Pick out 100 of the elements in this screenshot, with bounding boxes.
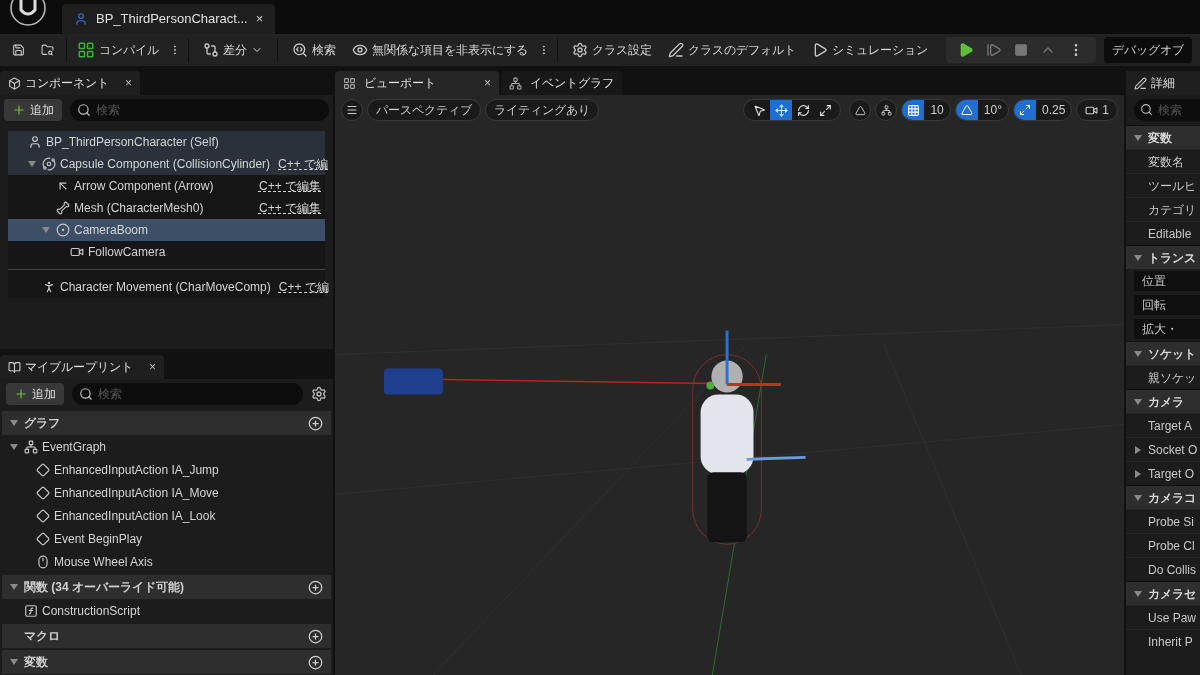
grid-snap-button[interactable]: 10 (901, 99, 951, 121)
item-label: FollowCamera (88, 244, 166, 261)
section-header[interactable]: ソケット (1126, 341, 1200, 365)
add-button[interactable]: 追加 (6, 383, 64, 405)
lighting-button[interactable]: ライティングあり (485, 99, 599, 121)
add-icon[interactable] (308, 654, 323, 670)
property-dropdown[interactable]: 拡大・ (1134, 319, 1200, 339)
add-icon[interactable] (308, 628, 323, 644)
tab-title: BP_ThirdPersonCharact... (96, 10, 248, 29)
find-button[interactable]: 検索 (285, 37, 342, 63)
section-header[interactable]: グラフ (2, 411, 331, 435)
expand-arrow-icon[interactable] (1134, 445, 1142, 454)
pencil-icon (1134, 76, 1147, 90)
edit-link[interactable]: C++ で編集 (259, 177, 321, 195)
close-button[interactable]: × (255, 9, 264, 29)
item-label: Arrow Component (Arrow) (74, 178, 214, 195)
diff-button[interactable]: 差分 (197, 37, 269, 63)
class-settings-button[interactable]: クラス設定 (566, 37, 658, 63)
move-tool[interactable] (770, 100, 793, 120)
play-icon[interactable] (958, 42, 974, 58)
event-icon (36, 485, 50, 500)
browse-icon[interactable] (41, 41, 54, 59)
search-field[interactable]: 検索 (1134, 99, 1200, 121)
graph-icon (509, 76, 522, 90)
class-defaults-button[interactable]: クラスのデフォルト (662, 37, 802, 63)
section-header[interactable]: カメラコ (1126, 485, 1200, 509)
tree-item[interactable]: BP_ThirdPersonCharacter (Self) (8, 131, 325, 153)
hide-unrelated-button[interactable]: 無関係な項目を非表示にする (345, 37, 534, 63)
close-button[interactable]: × (125, 74, 132, 92)
add-button[interactable]: 追加 (4, 99, 62, 121)
view-tab[interactable]: ビューポート × (335, 71, 499, 95)
section-header[interactable]: マクロ (2, 624, 331, 648)
collapse-arrow-icon[interactable] (10, 442, 18, 451)
expand-arrow-icon[interactable] (1134, 469, 1142, 478)
tree-item[interactable]: Arrow Component (Arrow) C++ で編集 (8, 175, 325, 197)
search-field[interactable]: 検索 (70, 99, 329, 121)
view-mode-button[interactable]: パースペクティブ (367, 99, 481, 121)
settings-icon[interactable] (311, 386, 327, 402)
property-label: Editable (1148, 225, 1192, 243)
scale-snap-button[interactable]: 0.25 (1012, 99, 1073, 121)
collapse-arrow-icon[interactable] (28, 160, 36, 168)
save-icon[interactable] (12, 41, 25, 59)
event-icon (36, 508, 50, 523)
tree-item[interactable]: EventGraph (2, 435, 331, 458)
compile-button[interactable]: コンパイル (70, 37, 165, 63)
search-field[interactable]: 検索 (72, 383, 303, 405)
collapse-arrow-icon[interactable] (42, 226, 50, 234)
book-icon (8, 360, 21, 374)
menu-icon (346, 104, 358, 116)
section-header[interactable]: トランス (1126, 245, 1200, 269)
collapse-arrow-icon[interactable] (10, 583, 18, 591)
tree-item[interactable]: Event BeginPlay (2, 527, 331, 550)
tree-item[interactable]: FollowCamera (8, 241, 325, 263)
add-icon[interactable] (308, 579, 323, 595)
collapse-arrow-icon[interactable] (10, 658, 18, 666)
close-button[interactable]: × (484, 74, 491, 92)
section-header[interactable]: カメラ (1126, 389, 1200, 413)
camera-speed-button[interactable]: 1 (1076, 99, 1118, 121)
panel-tab[interactable]: マイブループリント × (0, 355, 164, 379)
section-header[interactable]: カメラセ (1126, 581, 1200, 605)
item-label: Capsule Component (CollisionCylinder) (60, 156, 271, 173)
section-header[interactable]: 関数 (34 オーバーライド可能) (2, 575, 331, 599)
close-button[interactable]: × (149, 358, 156, 376)
edit-link[interactable]: C++ で編 (278, 278, 329, 296)
collapse-arrow-icon[interactable] (1134, 397, 1142, 406)
tree-item[interactable]: CameraBoom (8, 219, 325, 241)
property-label: 変数名 (1148, 153, 1184, 171)
tree-item[interactable]: ConstructionScript (2, 599, 331, 622)
step-icon[interactable] (986, 42, 1002, 58)
simulation-button[interactable]: シミュレーション (806, 37, 934, 63)
tree-item[interactable]: EnhancedInputAction IA_Jump (2, 458, 331, 481)
collapse-arrow-icon[interactable] (1134, 493, 1142, 502)
item-label: EnhancedInputAction IA_Move (54, 484, 219, 502)
section-header[interactable]: 変数 (2, 650, 331, 674)
scale-icon (818, 103, 832, 117)
search-icon (291, 42, 308, 58)
rotation-snap-button[interactable]: 10° (954, 99, 1009, 121)
tree-item[interactable]: EnhancedInputAction IA_Look (2, 504, 331, 527)
person-icon (74, 12, 88, 26)
collapse-arrow-icon[interactable] (10, 419, 18, 427)
tree-item[interactable]: Mesh (CharacterMesh0) C++ で編集 (8, 197, 325, 219)
tree-item[interactable]: EnhancedInputAction IA_Move (2, 481, 331, 504)
stop-icon[interactable] (1014, 43, 1028, 57)
document-tab[interactable]: BP_ThirdPersonCharact... × (62, 4, 276, 34)
collapse-arrow-icon[interactable] (1134, 133, 1142, 142)
collapse-arrow-icon[interactable] (1134, 253, 1142, 262)
edit-link[interactable]: C++ で編集 (259, 199, 321, 217)
property-dropdown[interactable]: 回転 (1134, 295, 1200, 315)
collapse-arrow-icon[interactable] (1134, 349, 1142, 358)
section-header[interactable]: 変数 (1126, 125, 1200, 149)
view-tab[interactable]: イベントグラフ (501, 71, 622, 95)
panel-tab[interactable]: コンポーネント × (0, 71, 140, 95)
debug-object-dropdown[interactable]: デバッグオブ (1104, 37, 1192, 63)
search-icon (77, 103, 91, 117)
panel-title: マイブループリント (25, 359, 133, 376)
add-icon[interactable] (308, 415, 323, 431)
item-label: Mouse Wheel Axis (54, 553, 153, 571)
property-dropdown[interactable]: 位置 (1134, 271, 1200, 291)
tree-item[interactable]: Mouse Wheel Axis (2, 550, 331, 573)
collapse-arrow-icon[interactable] (1134, 589, 1142, 598)
